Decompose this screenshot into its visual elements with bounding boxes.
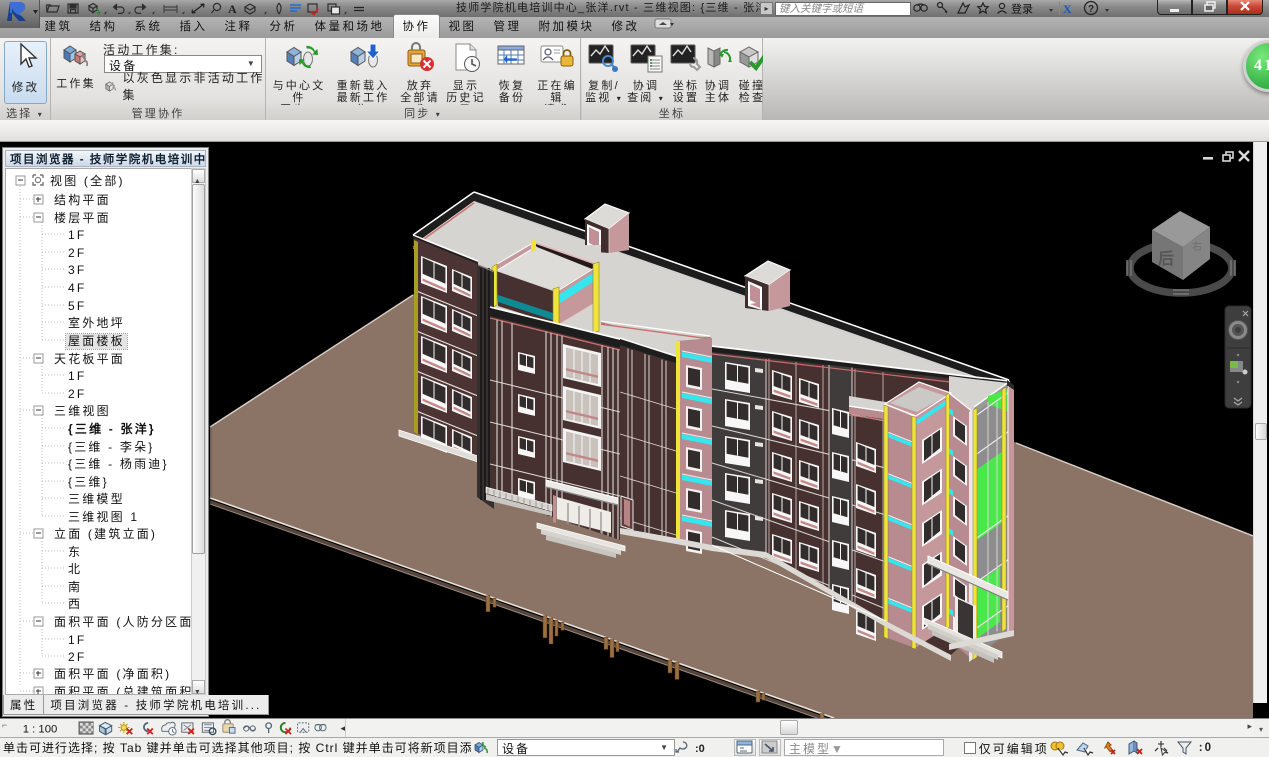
svg-text:1 : 100: 1 : 100 (23, 723, 58, 735)
svg-text:后: 后 (1158, 250, 1174, 268)
svg-text:X: X (1063, 2, 1072, 16)
svg-text:A: A (228, 2, 237, 16)
svg-text:右: 右 (1192, 240, 1202, 253)
svg-text:登录: 登录 (1011, 2, 1033, 16)
svg-text:?: ? (1088, 4, 1094, 15)
svg-text::0: :0 (695, 743, 705, 755)
